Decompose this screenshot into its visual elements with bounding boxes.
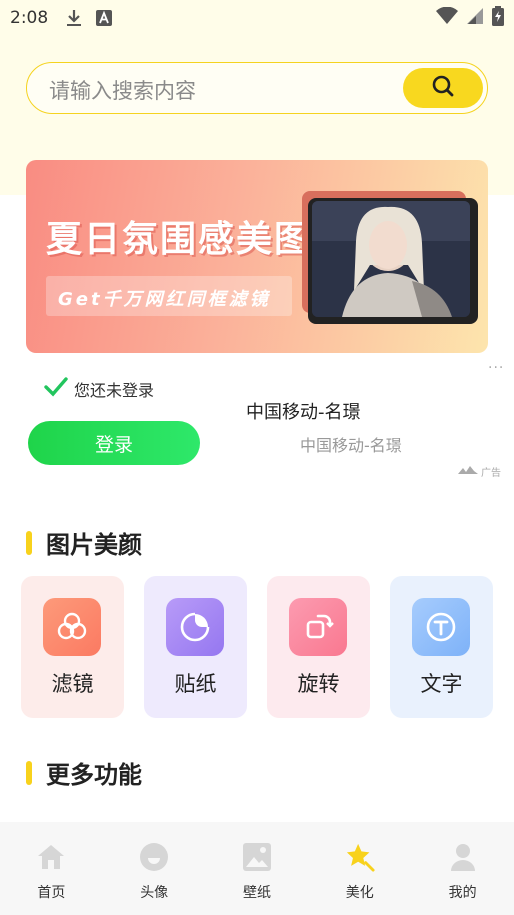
- search-input[interactable]: 请输入搜索内容: [49, 75, 196, 105]
- banner-photo-frame: [308, 198, 478, 324]
- nav-item-profile[interactable]: 我的: [411, 822, 514, 915]
- wifi-icon: [436, 6, 458, 29]
- status-time: 2:08: [10, 8, 49, 28]
- ad-subtitle: 中国移动-名璟: [300, 436, 402, 455]
- banner-subtitle-box: Get千万网红同框滤镜: [46, 276, 292, 316]
- download-icon: [66, 9, 82, 27]
- feature-card-sticker[interactable]: 贴纸: [144, 576, 247, 718]
- more-section-label: 更多功能: [46, 761, 142, 789]
- wallpaper-icon: [242, 842, 272, 872]
- beautify-star-icon: [345, 842, 375, 872]
- sticker-icon: [166, 598, 224, 656]
- feature-label: 旋转: [297, 672, 340, 696]
- font-a-icon: [96, 10, 113, 26]
- search-icon: [431, 74, 455, 102]
- status-right-icons: [436, 0, 504, 36]
- login-status-text: 您还未登录: [74, 381, 155, 400]
- nav-label: 壁纸: [242, 885, 271, 901]
- more-section-title: 更多功能: [26, 755, 142, 790]
- nav-label: 头像: [140, 885, 169, 901]
- search-bar[interactable]: 请输入搜索内容: [26, 62, 488, 114]
- feature-label: 文字: [420, 672, 463, 696]
- section-accent-bar: [26, 530, 32, 555]
- ad-tag-label: 广告: [481, 468, 501, 479]
- banner-title: 夏日氛围感美图: [46, 219, 313, 260]
- text-icon: [412, 598, 470, 656]
- login-status-row: 您还未登录: [44, 377, 154, 401]
- battery-charging-icon: [492, 6, 504, 30]
- nav-item-home[interactable]: 首页: [0, 822, 103, 915]
- banner-photo: [312, 201, 470, 317]
- ad-more-button[interactable]: ···: [488, 360, 504, 376]
- ad-logo-icon: [458, 466, 478, 477]
- beauty-section-title: 图片美颜: [26, 525, 142, 560]
- check-icon: [44, 377, 68, 401]
- banner-subtitle: Get千万网红同框滤镜: [58, 289, 271, 310]
- nav-label: 美化: [345, 885, 374, 901]
- nav-item-wallpaper[interactable]: 壁纸: [206, 822, 309, 915]
- profile-icon: [448, 842, 478, 872]
- feature-label: 贴纸: [174, 672, 217, 696]
- avatar-icon: [139, 842, 169, 872]
- section-accent-bar: [26, 760, 32, 785]
- nav-label: 我的: [448, 885, 477, 901]
- nav-item-avatar[interactable]: 头像: [103, 822, 206, 915]
- login-button[interactable]: 登录: [28, 421, 200, 465]
- home-icon: [36, 842, 66, 872]
- bottom-nav: 首页 头像 壁纸 美化 我的: [0, 822, 514, 915]
- rotate-icon: [289, 598, 347, 656]
- signal-icon: [466, 7, 484, 29]
- filter-icon: [43, 598, 101, 656]
- status-bar: 2:08: [0, 0, 514, 36]
- ad-tag: 广告: [458, 464, 501, 479]
- feature-card-rotate[interactable]: 旋转: [267, 576, 370, 718]
- feature-card-text[interactable]: 文字: [390, 576, 493, 718]
- ad-title[interactable]: 中国移动-名璟: [246, 398, 361, 424]
- feature-card-filter[interactable]: 滤镜: [21, 576, 124, 718]
- search-button[interactable]: [403, 68, 483, 108]
- promo-banner[interactable]: 夏日氛围感美图 Get千万网红同框滤镜: [26, 160, 488, 353]
- nav-label: 首页: [37, 885, 66, 901]
- beauty-section-label: 图片美颜: [46, 531, 142, 559]
- nav-item-beautify[interactable]: 美化: [308, 822, 411, 915]
- feature-label: 滤镜: [51, 672, 94, 696]
